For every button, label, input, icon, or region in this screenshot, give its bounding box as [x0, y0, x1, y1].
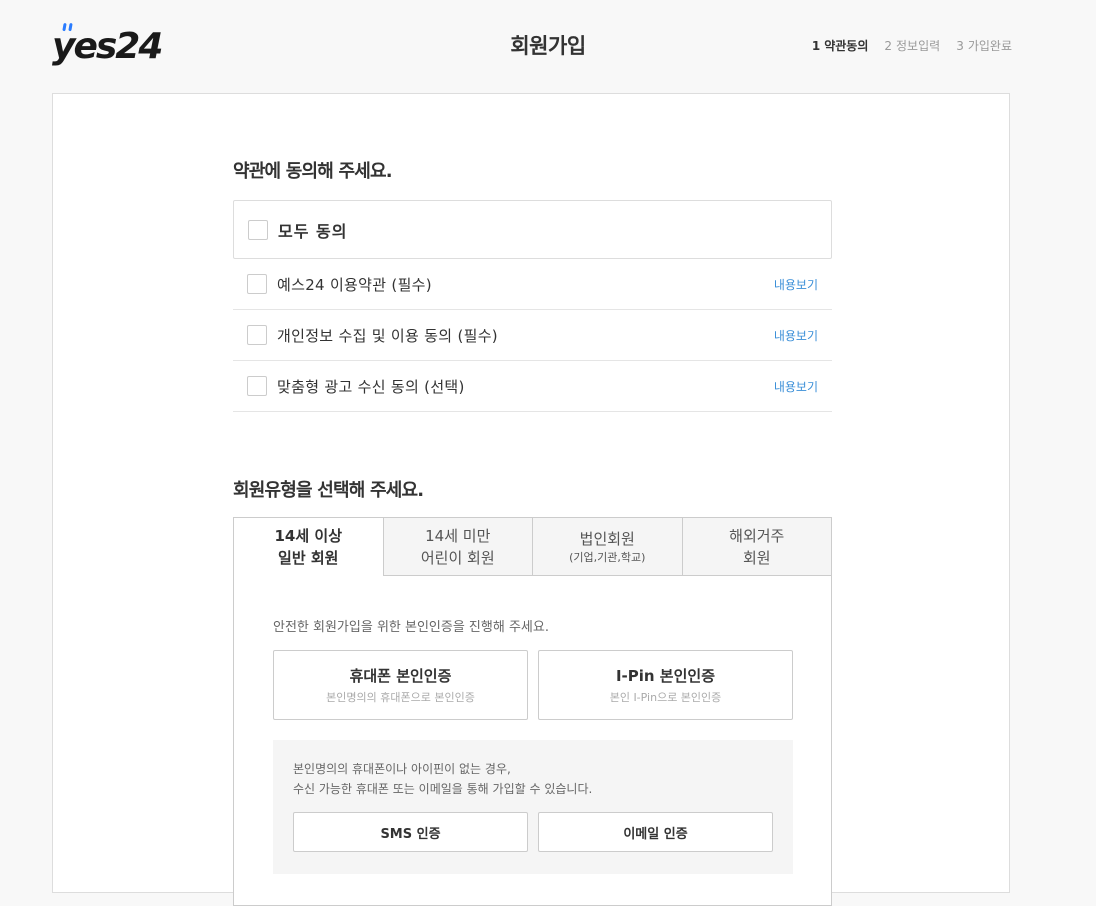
term-service-view-link[interactable]: 내용보기 — [774, 276, 818, 293]
phone-verify-button[interactable]: 휴대폰 본인인증 본인명의의 휴대폰으로 본인인증 — [273, 650, 528, 720]
alternative-verify-box: 본인명의의 휴대폰이나 아이핀이 없는 경우, 수신 가능한 휴대폰 또는 이메… — [273, 740, 793, 874]
term-row-ads[interactable]: 맞춤형 광고 수신 동의 (선택) 내용보기 — [233, 361, 832, 412]
member-type-tabs: 14세 이상 일반 회원 14세 미만 어린이 회원 법인회원 (기업,기관,학… — [233, 517, 832, 576]
verify-description: 안전한 회원가입을 위한 본인인증을 진행해 주세요. — [273, 620, 549, 635]
term-ads-view-link[interactable]: 내용보기 — [774, 378, 818, 395]
signup-card: 약관에 동의해 주세요. 모두 동의 예스24 이용약관 (필수) 내용보기 개… — [52, 93, 1010, 906]
step-2: 2 정보입력 — [884, 39, 941, 53]
step-3: 3 가입완료 — [956, 39, 1012, 53]
term-ads-label[interactable]: 맞춤형 광고 수신 동의 (선택) — [277, 376, 774, 397]
term-privacy-view-link[interactable]: 내용보기 — [774, 327, 818, 344]
term-service-label[interactable]: 예스24 이용약관 (필수) — [277, 274, 774, 295]
agree-all-checkbox[interactable] — [248, 219, 268, 240]
signup-steps: 1 약관동의 2 정보입력 3 가입완료 — [812, 37, 1012, 54]
term-privacy-label[interactable]: 개인정보 수집 및 이용 동의 (필수) — [277, 325, 774, 346]
step-1: 1 약관동의 — [811, 39, 869, 53]
term-service-checkbox[interactable] — [247, 274, 267, 294]
general-member-panel: 안전한 회원가입을 위한 본인인증을 진행해 주세요. 휴대폰 본인인증 본인명… — [233, 576, 832, 906]
tab-overseas-member[interactable]: 해외거주 회원 — [682, 517, 832, 576]
member-type-section-title: 회원유형을 선택해 주세요. — [233, 480, 424, 501]
agree-all-row[interactable]: 모두 동의 — [233, 200, 832, 259]
alt-verify-note-1: 본인명의의 휴대폰이나 아이핀이 없는 경우, — [293, 762, 511, 776]
tab-general-member[interactable]: 14세 이상 일반 회원 — [233, 517, 384, 576]
agree-all-label[interactable]: 모두 동의 — [278, 218, 347, 242]
term-ads-checkbox[interactable] — [247, 376, 267, 396]
tab-corporate-member[interactable]: 법인회원 (기업,기관,학교) — [533, 517, 683, 576]
ipin-verify-button[interactable]: I-Pin 본인인증 본인 I-Pin으로 본인인증 — [538, 650, 793, 720]
email-verify-button[interactable]: 이메일 인증 — [538, 812, 773, 852]
term-privacy-checkbox[interactable] — [247, 325, 267, 345]
terms-section-title: 약관에 동의해 주세요. — [233, 161, 393, 182]
alt-verify-note-2: 수신 가능한 휴대폰 또는 이메일을 통해 가입할 수 있습니다. — [293, 782, 593, 796]
term-row-service[interactable]: 예스24 이용약관 (필수) 내용보기 — [233, 259, 832, 310]
term-row-privacy[interactable]: 개인정보 수집 및 이용 동의 (필수) 내용보기 — [233, 310, 832, 361]
sms-verify-button[interactable]: SMS 인증 — [293, 812, 528, 852]
tab-child-member[interactable]: 14세 미만 어린이 회원 — [383, 517, 533, 576]
